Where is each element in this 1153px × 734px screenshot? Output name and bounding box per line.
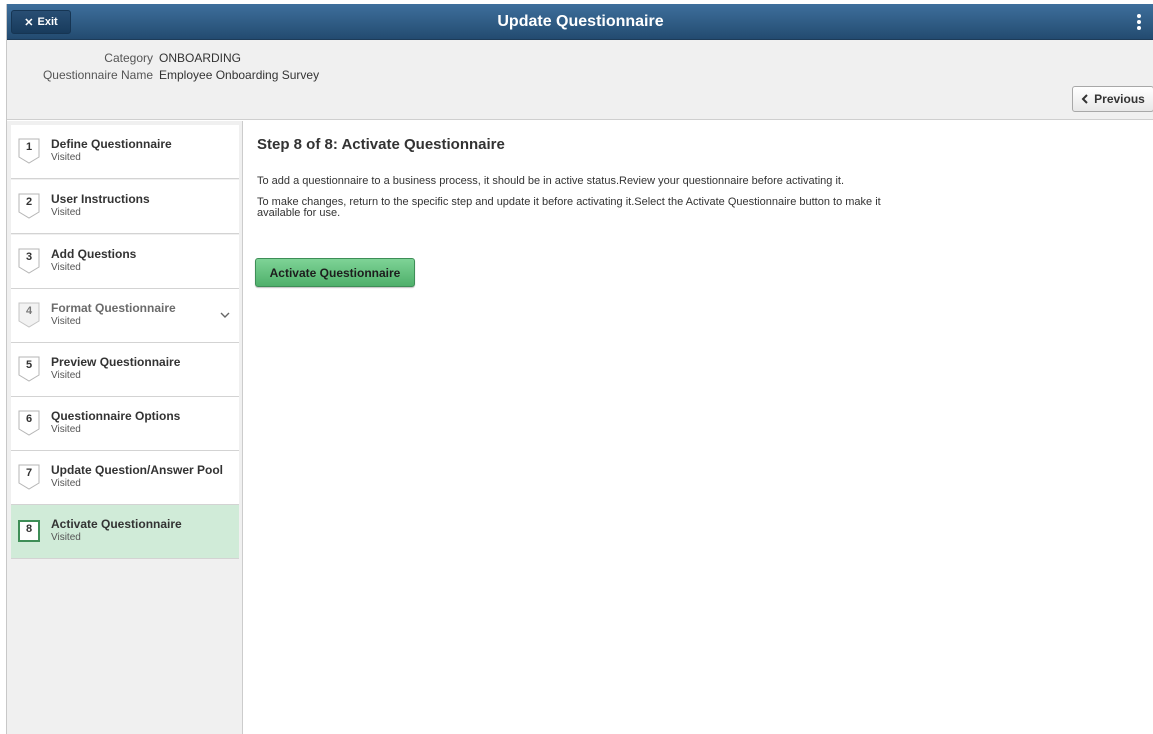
questionnaire-name-label: Questionnaire Name	[42, 68, 153, 82]
step-number-badge: 6	[18, 410, 40, 436]
questionnaire-name-row: Questionnaire Name Employee Onboarding Su…	[7, 68, 319, 82]
step-status: Visited	[51, 207, 81, 218]
step-title: Update Question/Answer Pool	[51, 463, 224, 477]
step-number: 3	[25, 251, 33, 263]
step-number-badge: 8	[18, 518, 40, 544]
page-title: Update Questionnaire	[497, 13, 664, 30]
chevron-left-icon	[1081, 94, 1088, 104]
step-number: 1	[25, 141, 33, 153]
app-window: ✕ Exit Update Questionnaire Category ONBO…	[6, 4, 1153, 734]
step-number-badge: 5	[18, 356, 40, 382]
step-number-badge: 1	[18, 138, 40, 164]
step-title: Activate Questionnaire	[51, 517, 182, 531]
previous-button[interactable]: Previous	[1072, 86, 1153, 112]
step-item-user-instructions[interactable]: 2 User Instructions Visited	[11, 180, 239, 234]
step-title: Add Questions	[51, 247, 137, 261]
banner: ✕ Exit Update Questionnaire	[7, 4, 1153, 40]
step-number: 2	[25, 196, 33, 208]
step-item-update-question-answer-pool[interactable]: 7 Update Question/Answer Pool Visited	[11, 451, 239, 505]
step-number: 7	[25, 467, 33, 479]
activate-questionnaire-button[interactable]: Activate Questionnaire	[255, 258, 415, 287]
step-status: Visited	[51, 370, 81, 381]
questionnaire-name-value: Employee Onboarding Survey	[159, 68, 320, 82]
step-number: 6	[25, 413, 33, 425]
step-status: Visited	[51, 424, 81, 435]
step-status: Visited	[51, 532, 81, 543]
step-status: Visited	[51, 478, 81, 489]
instruction-text-line-1: To make changes, return to the specific …	[257, 196, 881, 208]
step-heading: Step 8 of 8: Activate Questionnaire	[257, 136, 505, 153]
step-status: Visited	[51, 152, 81, 163]
step-content: Step 8 of 8: Activate Questionnaire To a…	[244, 121, 1153, 734]
category-row: Category ONBOARDING	[7, 51, 241, 65]
step-title: Format Questionnaire	[51, 301, 176, 315]
step-title: User Instructions	[51, 192, 150, 206]
step-number: 4	[25, 305, 33, 317]
step-number-badge: 7	[18, 464, 40, 490]
step-number-badge: 4	[18, 302, 40, 328]
kebab-menu-icon[interactable]	[1132, 11, 1146, 33]
step-number-badge: 3	[18, 248, 40, 274]
step-status: Visited	[51, 262, 81, 273]
chevron-down-icon[interactable]	[219, 309, 231, 321]
step-item-format-questionnaire[interactable]: 4 Format Questionnaire Visited	[11, 289, 239, 343]
step-item-questionnaire-options[interactable]: 6 Questionnaire Options Visited	[11, 397, 239, 451]
step-number-badge: 2	[18, 193, 40, 219]
instruction-text: To add a questionnaire to a business pro…	[257, 175, 845, 187]
questionnaire-info: Category ONBOARDING Questionnaire Name Emp…	[7, 40, 1153, 120]
category-label: Category	[104, 51, 153, 65]
previous-label: Previous	[1094, 92, 1145, 106]
step-item-preview-questionnaire[interactable]: 5 Preview Questionnaire Visited	[11, 343, 239, 397]
category-value: ONBOARDING	[159, 51, 242, 65]
step-title: Preview Questionnaire	[51, 355, 181, 369]
step-title: Define Questionnaire	[51, 137, 172, 151]
step-item-activate-questionnaire[interactable]: 8 Activate Questionnaire Visited	[11, 505, 239, 559]
instruction-text-line-2: available for use.	[257, 207, 341, 219]
step-item-define-questionnaire[interactable]: 1 Define Questionnaire Visited	[11, 125, 239, 179]
step-number: 5	[25, 359, 33, 371]
step-item-add-questions[interactable]: 3 Add Questions Visited	[11, 235, 239, 289]
step-navigation: 1 Define Questionnaire Visited 2 User In…	[7, 121, 243, 734]
step-status: Visited	[51, 316, 81, 327]
step-number: 8	[25, 523, 33, 535]
step-title: Questionnaire Options	[51, 409, 181, 423]
